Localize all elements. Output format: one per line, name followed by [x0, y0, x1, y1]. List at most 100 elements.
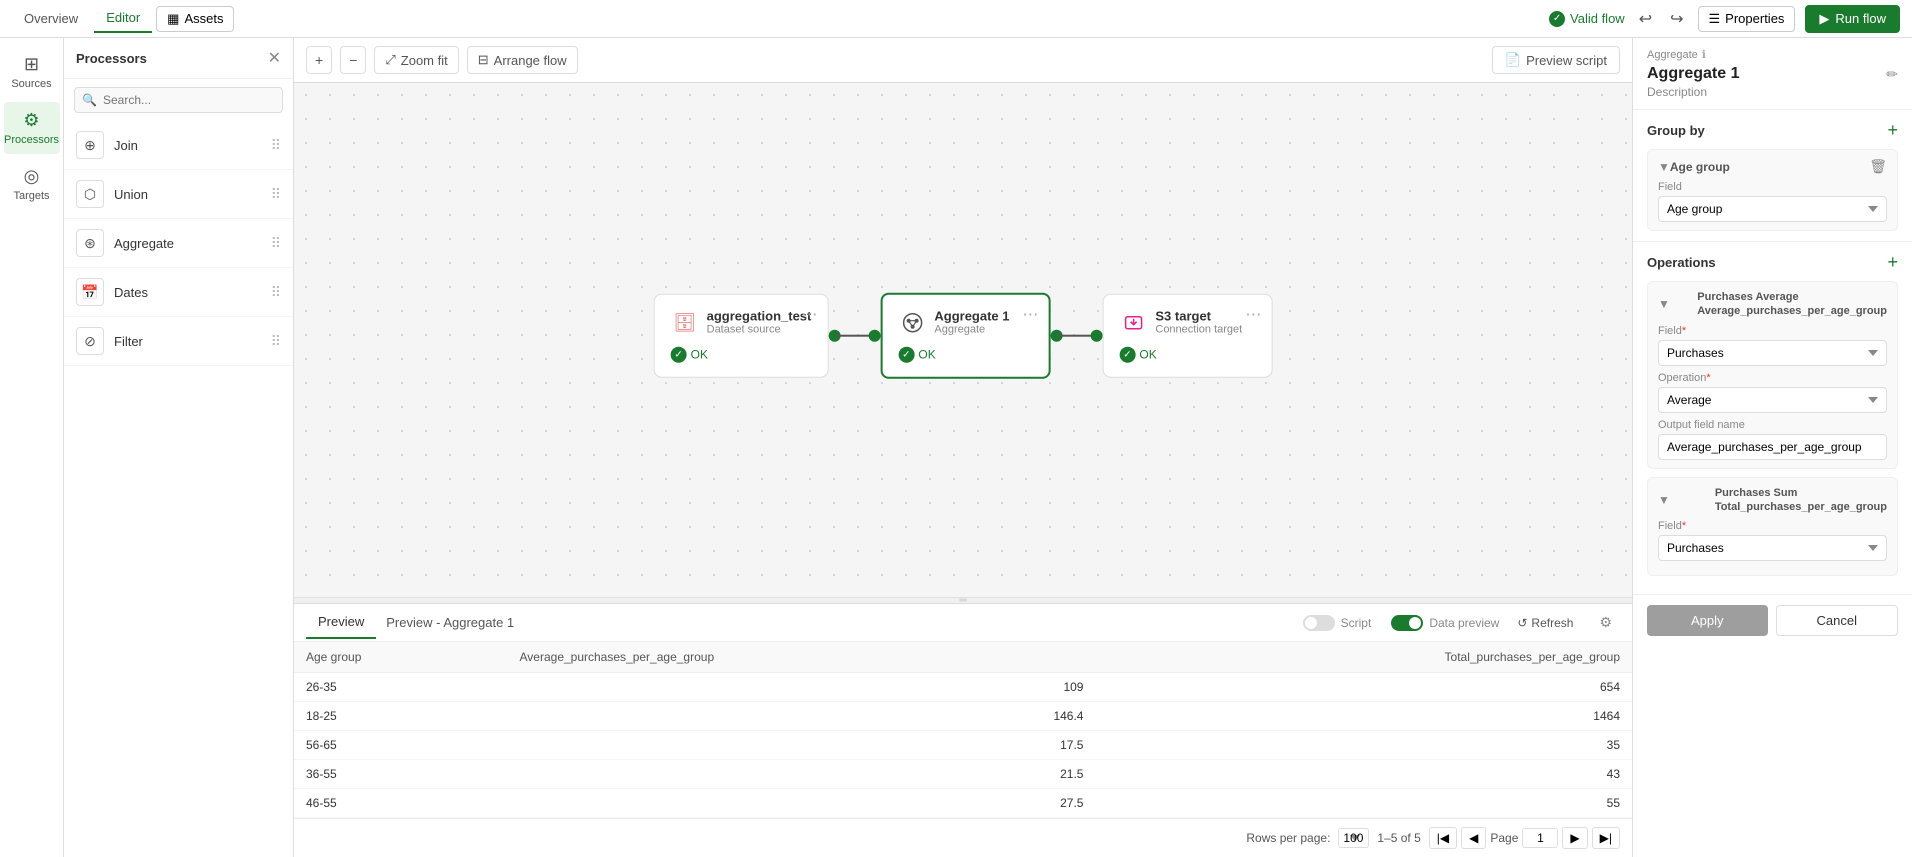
assets-button[interactable]: ▦ Assets — [156, 6, 234, 32]
zoom-fit-button[interactable]: ⤢ Zoom fit — [374, 46, 458, 74]
run-flow-button[interactable]: ▶ Run flow — [1805, 5, 1900, 33]
data-preview-toggle-switch[interactable] — [1391, 615, 1423, 631]
union-icon: ⬡ — [76, 180, 104, 208]
collapse-group-icon[interactable]: ▼ — [1658, 160, 1670, 174]
processor-item-filter[interactable]: ⊘ Filter ⠿ — [64, 317, 293, 366]
operation-item-1: ▼ Purchases Sum Total_purchases_per_age_… — [1647, 477, 1898, 577]
valid-check-icon: ✓ — [1549, 11, 1565, 27]
group-by-item-title: Age group — [1670, 160, 1730, 174]
close-processors-icon[interactable]: ✕ — [268, 48, 281, 68]
next-page-button[interactable]: ▶ — [1562, 827, 1587, 849]
op-0-field-label: Field* — [1658, 325, 1887, 337]
delete-group-icon[interactable]: 🗑 — [1869, 158, 1887, 175]
search-icon: 🔍 — [82, 93, 97, 107]
properties-button[interactable]: ☰ Properties — [1698, 6, 1796, 32]
tab-editor[interactable]: Editor — [94, 4, 152, 33]
data-table-container: Age group Average_purchases_per_age_grou… — [294, 642, 1632, 818]
last-page-button[interactable]: ▶| — [1592, 827, 1620, 849]
processor-item-aggregate[interactable]: ⊛ Aggregate ⠿ — [64, 219, 293, 268]
processors-panel: Processors ✕ 🔍 ⊕ Join ⠿ ⬡ Union ⠿ ⊛ Aggr… — [64, 38, 294, 857]
group-by-field-select[interactable]: Age group Age Name — [1658, 196, 1887, 222]
target-node-type: Connection target — [1155, 324, 1255, 336]
dates-drag-handle[interactable]: ⠿ — [271, 284, 281, 301]
source-node-menu[interactable]: ⋯ — [801, 305, 817, 325]
collapse-op0-icon[interactable]: ▼ — [1658, 297, 1670, 311]
cell-age-group: 36-55 — [294, 760, 508, 789]
sources-icon: ⊞ — [24, 54, 39, 75]
cell-total: 654 — [1095, 673, 1632, 702]
canvas-grid: 🗄 aggregation_test Dataset source ⋯ ✓ OK — [294, 83, 1632, 597]
operation-item-0: ▼ Purchases Average Average_purchases_pe… — [1647, 281, 1898, 469]
zoom-in-button[interactable]: + — [306, 46, 332, 74]
collapse-op1-icon[interactable]: ▼ — [1658, 493, 1670, 507]
table-row: 18-25 146.4 1464 — [294, 702, 1632, 731]
refresh-icon: ↺ — [1517, 616, 1527, 630]
preview-tab[interactable]: Preview — [306, 606, 376, 639]
table-row: 56-65 17.5 35 — [294, 731, 1632, 760]
union-drag-handle[interactable]: ⠿ — [271, 186, 281, 203]
op-1-field-select[interactable]: Purchases — [1658, 535, 1887, 561]
add-operation-button[interactable]: + — [1887, 252, 1898, 273]
assets-icon: ▦ — [167, 11, 179, 27]
center-area: + − ⤢ Zoom fit ⊟ Arrange flow 📄 Preview … — [294, 38, 1632, 857]
apply-button[interactable]: Apply — [1647, 605, 1768, 636]
arrange-flow-button[interactable]: ⊟ Arrange flow — [467, 46, 578, 74]
pagination-controls: |◀ ◀ Page ▶ ▶| — [1429, 827, 1620, 849]
main-layout: ⊞ Sources ⚙ Processors ◎ Targets Process… — [0, 38, 1912, 857]
rows-per-page-select[interactable]: 100 25 50 — [1338, 828, 1369, 848]
canvas-viewport[interactable]: 🗄 aggregation_test Dataset source ⋯ ✓ OK — [294, 83, 1632, 597]
source-node[interactable]: 🗄 aggregation_test Dataset source ⋯ ✓ OK — [654, 294, 829, 378]
data-table: Age group Average_purchases_per_age_grou… — [294, 642, 1632, 818]
rp-description-label: Description — [1647, 85, 1898, 103]
script-toggle-switch[interactable] — [1303, 615, 1335, 631]
filter-drag-handle[interactable]: ⠿ — [271, 333, 281, 350]
processor-item-dates[interactable]: 📅 Dates ⠿ — [64, 268, 293, 317]
valid-flow-badge: ✓ Valid flow — [1549, 11, 1625, 27]
processor-search-input[interactable] — [74, 87, 283, 113]
sidebar-item-sources[interactable]: ⊞ Sources — [4, 46, 60, 98]
op-0-output-input[interactable] — [1658, 434, 1887, 460]
sidebar-item-targets[interactable]: ◎ Targets — [4, 158, 60, 210]
aggregate-node-menu[interactable]: ⋯ — [1022, 305, 1038, 325]
cell-age-group: 46-55 — [294, 789, 508, 818]
aggregate-drag-handle[interactable]: ⠿ — [271, 235, 281, 252]
edit-title-icon[interactable]: ✏ — [1886, 66, 1898, 83]
aggregate-ok-icon: ✓ — [898, 347, 914, 363]
preview-panel: Preview Preview - Aggregate 1 Script Dat… — [294, 603, 1632, 857]
refresh-button[interactable]: ↺ Refresh — [1509, 612, 1581, 634]
source-node-type: Dataset source — [707, 324, 812, 336]
cancel-button[interactable]: Cancel — [1776, 605, 1899, 636]
preview-settings-button[interactable]: ⚙ — [1591, 610, 1620, 635]
cell-age-group: 56-65 — [294, 731, 508, 760]
zoom-out-button[interactable]: − — [340, 46, 366, 74]
operations-title: Operations — [1647, 255, 1716, 270]
cell-total: 1464 — [1095, 702, 1632, 731]
properties-icon: ☰ — [1709, 11, 1721, 27]
processor-list: ⊕ Join ⠿ ⬡ Union ⠿ ⊛ Aggregate ⠿ 📅 Dates… — [64, 121, 293, 857]
undo-button[interactable]: ↩ — [1635, 5, 1656, 33]
first-page-button[interactable]: |◀ — [1429, 827, 1457, 849]
op-0-field-select[interactable]: Purchases Age — [1658, 340, 1887, 366]
aggregate-node-icon — [898, 309, 926, 337]
add-group-by-button[interactable]: + — [1887, 120, 1898, 141]
preview-script-button[interactable]: 📄 Preview script — [1492, 46, 1620, 74]
page-number-input[interactable] — [1522, 828, 1558, 848]
join-drag-handle[interactable]: ⠿ — [271, 137, 281, 154]
op-0-title: Purchases Average Average_purchases_per_… — [1697, 290, 1887, 319]
prev-page-button[interactable]: ◀ — [1461, 827, 1486, 849]
processor-item-union[interactable]: ⬡ Union ⠿ — [64, 170, 293, 219]
sidebar-item-processors[interactable]: ⚙ Processors — [4, 102, 60, 154]
redo-button[interactable]: ↪ — [1666, 5, 1687, 33]
target-node-status: ✓ OK — [1119, 347, 1255, 363]
target-node[interactable]: S3 target Connection target ⋯ ✓ OK — [1102, 294, 1272, 378]
cell-avg: 27.5 — [508, 789, 1096, 818]
source-node-status: ✓ OK — [671, 347, 812, 363]
processors-icon: ⚙ — [23, 110, 39, 131]
tab-overview[interactable]: Overview — [12, 5, 90, 32]
op-0-operation-select[interactable]: Average Sum Count — [1658, 387, 1887, 413]
processor-item-join[interactable]: ⊕ Join ⠿ — [64, 121, 293, 170]
col-header-avg: Average_purchases_per_age_group — [508, 642, 1096, 673]
top-nav-right: ✓ Valid flow ↩ ↪ ☰ Properties ▶ Run flow — [1549, 5, 1900, 33]
aggregate-node[interactable]: Aggregate 1 Aggregate ⋯ ✓ OK — [880, 293, 1050, 379]
target-node-menu[interactable]: ⋯ — [1245, 305, 1261, 325]
